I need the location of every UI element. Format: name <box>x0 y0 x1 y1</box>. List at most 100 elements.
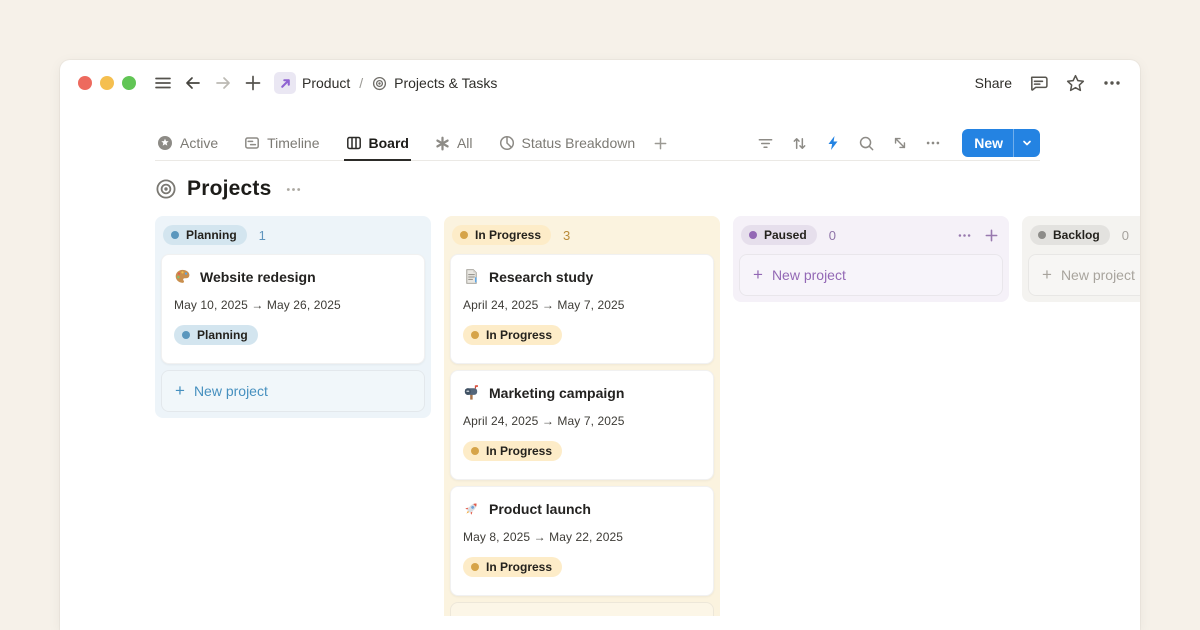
expand-icon[interactable] <box>892 135 908 151</box>
column-cards: Research study April 24, 2025 → May 7, 2… <box>450 254 714 596</box>
add-card-plus-icon[interactable] <box>984 228 999 243</box>
new-tab-plus-icon[interactable] <box>240 70 266 96</box>
column-more-icon[interactable] <box>957 228 972 243</box>
breadcrumb: Product / Projects & Tasks <box>302 75 497 91</box>
menu-icon[interactable] <box>150 70 176 96</box>
new-project-button[interactable]: + New project <box>450 602 714 616</box>
minimize-window-button[interactable] <box>100 76 114 90</box>
card-status-badge: In Progress <box>463 557 562 577</box>
card-date-range: April 24, 2025 → May 7, 2025 <box>463 298 701 312</box>
status-dot-icon <box>182 331 190 339</box>
project-card[interactable]: Website redesign May 10, 2025 → May 26, … <box>161 254 425 364</box>
tab-label: All <box>457 135 473 151</box>
title-more-icon[interactable] <box>285 181 302 198</box>
new-button[interactable]: New <box>962 129 1040 157</box>
card-status-badge: Planning <box>174 325 258 345</box>
status-label: In Progress <box>475 228 541 242</box>
sort-icon[interactable] <box>791 135 808 152</box>
breadcrumb-workspace[interactable]: Product <box>302 75 350 91</box>
new-project-label: New project <box>1061 267 1135 283</box>
topbar-actions: Share <box>975 73 1122 94</box>
card-title: Website redesign <box>200 269 316 285</box>
pie-chart-icon <box>499 135 515 151</box>
timeline-icon <box>244 135 260 151</box>
document-icon <box>463 268 480 285</box>
board-column-in-progress: In Progress 3 Research study April 24, 2… <box>444 216 720 616</box>
chevron-down-icon[interactable] <box>1014 138 1040 148</box>
column-header[interactable]: In Progress 3 <box>450 222 714 248</box>
view-toolbar: New <box>757 129 1040 157</box>
status-dot-icon <box>749 231 757 239</box>
status-badge: In Progress <box>452 225 551 245</box>
target-icon <box>372 76 387 91</box>
zoom-window-button[interactable] <box>122 76 136 90</box>
automation-bolt-icon[interactable] <box>825 135 841 151</box>
column-header[interactable]: Paused 0 <box>739 222 1003 248</box>
palette-icon <box>174 268 191 285</box>
tab-status-breakdown[interactable]: Status Breakdown <box>497 126 638 161</box>
new-project-button[interactable]: + New project <box>1028 254 1140 296</box>
plus-icon: + <box>464 614 474 616</box>
favorite-star-icon[interactable] <box>1065 73 1086 94</box>
back-arrow-icon[interactable] <box>180 70 206 96</box>
search-icon[interactable] <box>858 135 875 152</box>
board-column-paused: Paused 0 + New project <box>733 216 1009 302</box>
card-date-range: April 24, 2025 → May 7, 2025 <box>463 414 701 428</box>
project-card[interactable]: Marketing campaign April 24, 2025 → May … <box>450 370 714 480</box>
status-label: In Progress <box>486 560 552 574</box>
rocket-icon <box>463 500 480 517</box>
add-view-plus-icon[interactable] <box>653 136 668 151</box>
new-project-label: New project <box>772 267 846 283</box>
new-project-label: New project <box>194 383 268 399</box>
status-dot-icon <box>1038 231 1046 239</box>
tab-label: Status Breakdown <box>522 135 636 151</box>
status-badge: Planning <box>163 225 247 245</box>
column-header[interactable]: Planning 1 <box>161 222 425 248</box>
status-dot-icon <box>460 231 468 239</box>
workspace-logo-icon[interactable] <box>274 72 296 94</box>
new-button-label: New <box>962 135 1013 151</box>
tab-label: Board <box>369 135 409 151</box>
window-topbar: Product / Projects & Tasks Share <box>60 60 1140 106</box>
plus-icon: + <box>175 382 185 399</box>
column-count: 0 <box>1122 228 1129 243</box>
card-date-range: May 8, 2025 → May 22, 2025 <box>463 530 701 544</box>
target-icon <box>155 178 177 200</box>
status-label: In Progress <box>486 444 552 458</box>
tab-all[interactable]: All <box>433 126 475 161</box>
column-count: 0 <box>829 228 836 243</box>
more-icon[interactable] <box>1102 73 1122 93</box>
card-title: Research study <box>489 269 593 285</box>
board-column-backlog: Backlog 0 + New project <box>1022 216 1140 302</box>
status-dot-icon <box>171 231 179 239</box>
tab-label: Timeline <box>267 135 319 151</box>
card-date-range: May 10, 2025 → May 26, 2025 <box>174 298 412 312</box>
star-circle-icon <box>157 135 173 151</box>
breadcrumb-page[interactable]: Projects & Tasks <box>394 75 497 91</box>
share-button[interactable]: Share <box>975 75 1012 91</box>
view-tab-bar: Active Timeline Board All Status Breakdo… <box>155 126 1040 161</box>
project-card[interactable]: Product launch May 8, 2025 → May 22, 202… <box>450 486 714 596</box>
plus-icon: + <box>1042 266 1052 283</box>
forward-arrow-icon[interactable] <box>210 70 236 96</box>
close-window-button[interactable] <box>78 76 92 90</box>
comment-icon[interactable] <box>1028 73 1049 94</box>
app-window: Product / Projects & Tasks Share <box>60 60 1140 630</box>
tab-timeline[interactable]: Timeline <box>242 126 321 161</box>
tab-board[interactable]: Board <box>344 126 411 161</box>
asterisk-icon <box>435 136 450 151</box>
new-project-label: New project <box>483 615 557 616</box>
new-project-button[interactable]: + New project <box>161 370 425 412</box>
page-title-row: Projects <box>155 177 1040 201</box>
more-icon[interactable] <box>925 135 941 151</box>
board-column-planning: Planning 1 Website redesign May 10, 2025… <box>155 216 431 418</box>
new-project-button[interactable]: + New project <box>739 254 1003 296</box>
status-dot-icon <box>471 331 479 339</box>
column-header[interactable]: Backlog 0 <box>1028 222 1140 248</box>
filter-icon[interactable] <box>757 135 774 152</box>
column-count: 1 <box>259 228 266 243</box>
project-card[interactable]: Research study April 24, 2025 → May 7, 2… <box>450 254 714 364</box>
status-badge: Paused <box>741 225 817 245</box>
status-dot-icon <box>471 563 479 571</box>
tab-active[interactable]: Active <box>155 126 220 161</box>
